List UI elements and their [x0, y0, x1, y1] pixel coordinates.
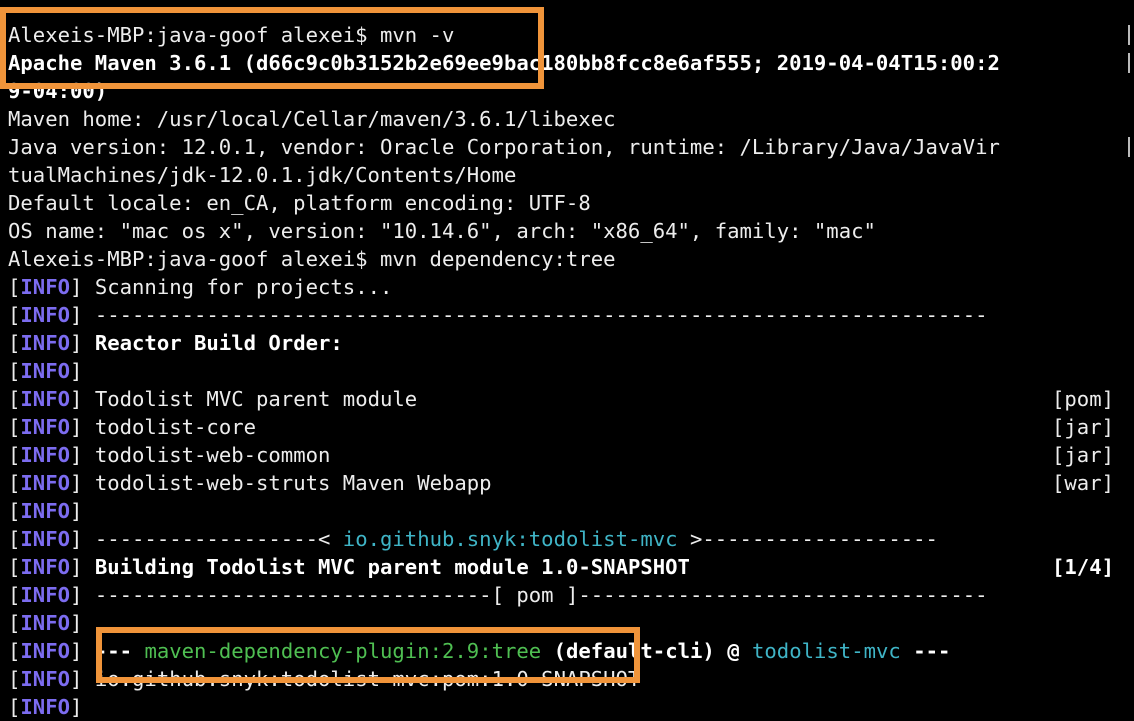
plugin-name: maven-dependency-plugin:2.9:tree	[144, 639, 542, 663]
scroll-marker	[1125, 25, 1130, 45]
maven-home-line: Maven home: /usr/local/Cellar/maven/3.6.…	[8, 107, 616, 131]
scroll-marker	[1125, 53, 1130, 73]
project-gav: io.github.snyk:todolist-mvc	[342, 527, 678, 551]
maven-version-line-wrap: 9-04:00)	[8, 79, 108, 103]
reactor-heading: Reactor Build Order:	[94, 331, 343, 355]
module-line: [INFO] todolist-core [jar]	[8, 415, 1114, 439]
log-line: [INFO]	[8, 611, 83, 635]
log-line: [INFO] ---------------------------------…	[8, 303, 988, 327]
module-line: [INFO] todolist-web-common [jar]	[8, 443, 1114, 467]
log-line: [INFO]	[8, 499, 83, 523]
log-line: [INFO]	[8, 695, 83, 719]
os-line: OS name: "mac os x", version: "10.14.6",…	[8, 219, 876, 243]
command-line-mvn-v: Alexeis-MBP:java-goof alexei$ mvn -v	[8, 21, 1134, 49]
prompt-text: Alexeis-MBP:java-goof alexei$ mvn -v	[8, 23, 455, 47]
terminal-window[interactable]: Alexeis-MBP:java-goof alexei$ mvn -v Apa…	[0, 0, 1134, 719]
build-progress: [1/4]	[1052, 555, 1114, 579]
log-level-badge: INFO	[20, 275, 71, 299]
module-line: [INFO] todolist-web-struts Maven Webapp[…	[8, 471, 1114, 495]
log-line: [INFO] Scanning for projects...	[8, 275, 393, 299]
tree-root-line: [INFO] io.github.snyk:todolist-mvc:pom:1…	[8, 667, 641, 691]
java-version-line: Java version: 12.0.1, vendor: Oracle Cor…	[8, 135, 1000, 159]
gav-separator-line: [INFO] ------------------< io.github.sny…	[8, 527, 938, 551]
scroll-marker	[1125, 137, 1130, 157]
locale-line: Default locale: en_CA, platform encoding…	[8, 191, 591, 215]
java-version-line-wrap: tualMachines/jdk-12.0.1.jdk/Contents/Hom…	[8, 163, 517, 187]
log-line: [INFO]	[8, 359, 83, 383]
module-line: [INFO] Todolist MVC parent module [pom]	[8, 387, 1114, 411]
artifact-name: todolist-mvc	[752, 639, 901, 663]
packaging-line: [INFO] --------------------------------[…	[8, 583, 988, 607]
maven-version-line: Apache Maven 3.6.1 (d66c9c0b3152b2e69ee9…	[8, 51, 1000, 75]
building-line: [INFO] Building Todolist MVC parent modu…	[8, 555, 1114, 579]
command-line-dependency-tree: Alexeis-MBP:java-goof alexei$ mvn depend…	[8, 247, 616, 271]
log-line: [INFO] Reactor Build Order:	[8, 331, 343, 355]
plugin-execution-line: [INFO] --- maven-dependency-plugin:2.9:t…	[8, 639, 951, 663]
